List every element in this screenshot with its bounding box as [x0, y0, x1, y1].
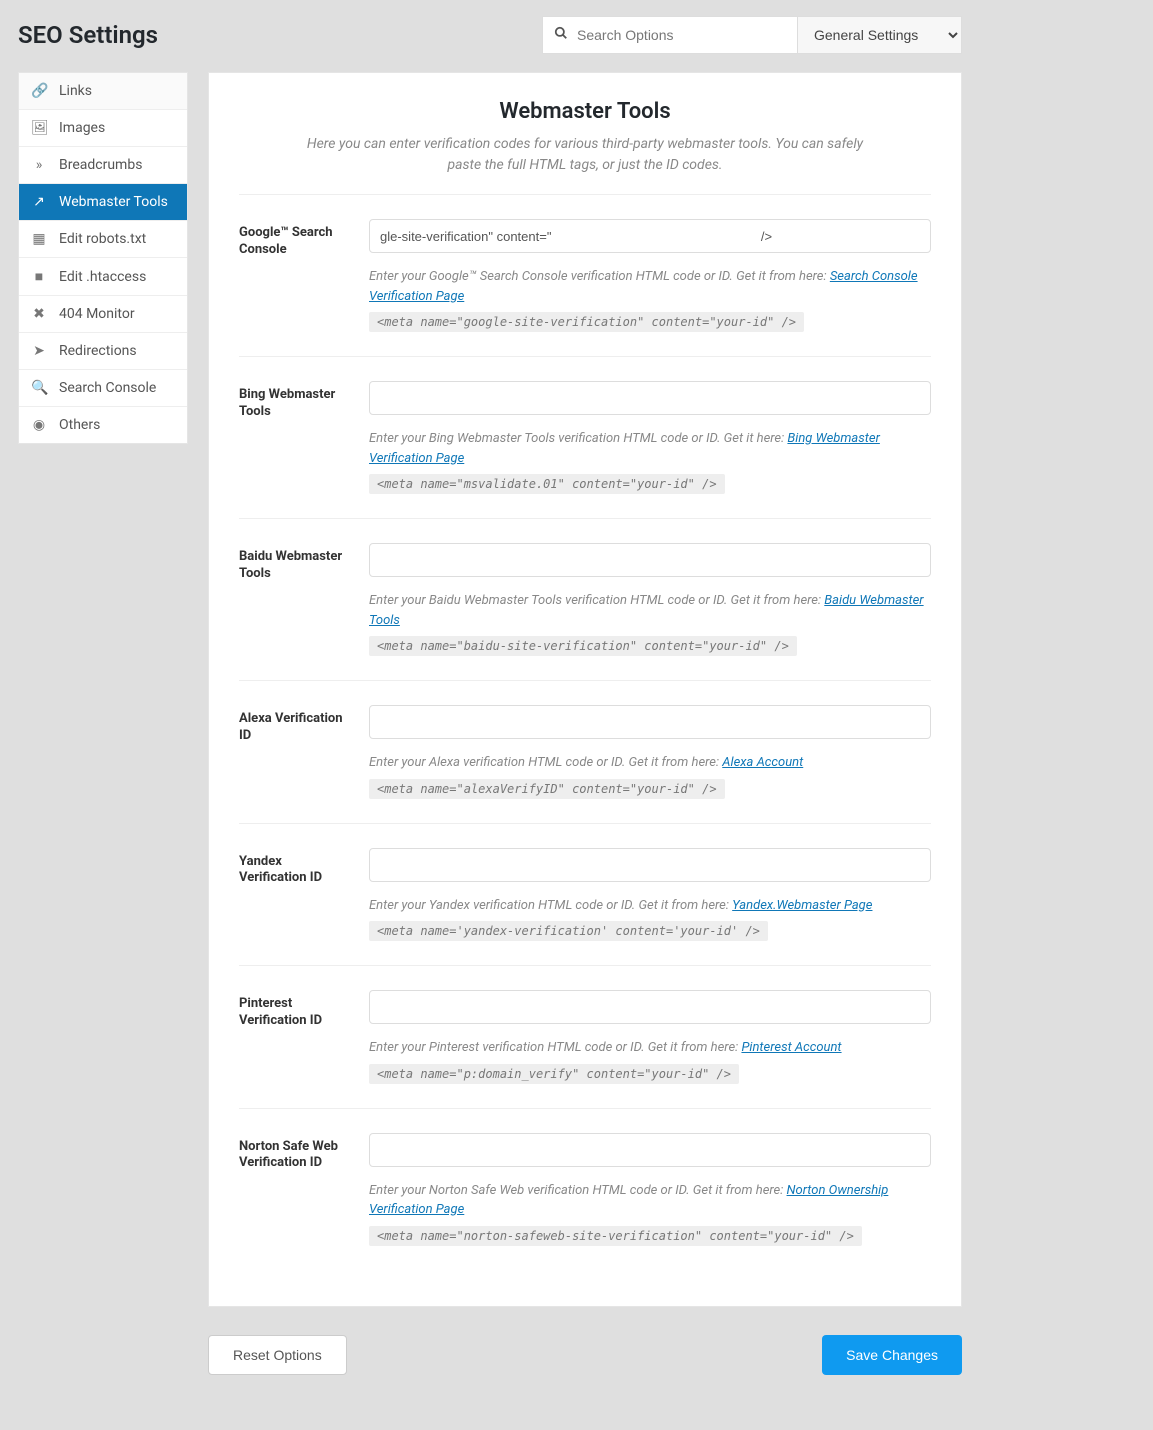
sidebar-item-label: Links	[59, 83, 92, 99]
field-norton: Norton Safe Web Verification ID Enter yo…	[239, 1109, 931, 1270]
search-input[interactable]	[542, 16, 798, 54]
code-sample: <meta name='yandex-verification' content…	[369, 921, 768, 941]
pinterest-help-link[interactable]: Pinterest Account	[741, 1040, 841, 1055]
field-label: Baidu Webmaster Tools	[239, 543, 347, 583]
sidebar-item-label: Webmaster Tools	[59, 194, 168, 210]
sidebar-item-redirections[interactable]: ➤ Redirections	[19, 332, 187, 369]
robots-icon: ▦	[31, 231, 47, 247]
code-sample: <meta name="alexaVerifyID" content="your…	[369, 779, 725, 799]
section-subtitle: Here you can enter verification codes fo…	[305, 134, 865, 176]
help-text: Enter your Google™ Search Console verifi…	[369, 267, 931, 306]
help-text: Enter your Yandex verification HTML code…	[369, 896, 931, 916]
field-label: Norton Safe Web Verification ID	[239, 1133, 347, 1173]
sidebar-item-links[interactable]: 🔗 Links	[19, 72, 187, 109]
norton-input[interactable]	[369, 1133, 931, 1167]
link-icon: 🔗	[31, 83, 47, 99]
external-link-icon: ↗	[31, 194, 47, 210]
sidebar-item-breadcrumbs[interactable]: » Breadcrumbs	[19, 146, 187, 183]
field-label: Google™ Search Console	[239, 219, 347, 259]
forward-icon: ➤	[31, 343, 47, 359]
zoom-icon: 🔍	[31, 380, 47, 396]
field-pinterest: Pinterest Verification ID Enter your Pin…	[239, 966, 931, 1109]
close-icon: ✖	[31, 306, 47, 322]
help-text: Enter your Alexa verification HTML code …	[369, 753, 931, 773]
search-icon	[554, 26, 568, 44]
field-label: Yandex Verification ID	[239, 848, 347, 888]
sidebar-item-label: Search Console	[59, 380, 156, 396]
sidebar-item-label: 404 Monitor	[59, 306, 135, 322]
sidebar-item-images[interactable]: 🖼 Images	[19, 109, 187, 146]
sidebar-item-label: Others	[59, 417, 100, 433]
sidebar-item-htaccess[interactable]: ■ Edit .htaccess	[19, 257, 187, 295]
sidebar-item-robots[interactable]: ▦ Edit robots.txt	[19, 220, 187, 257]
field-alexa: Alexa Verification ID Enter your Alexa v…	[239, 681, 931, 824]
alexa-input[interactable]	[369, 705, 931, 739]
file-icon: ■	[31, 268, 47, 285]
field-yandex: Yandex Verification ID Enter your Yandex…	[239, 824, 931, 967]
help-text: Enter your Bing Webmaster Tools verifica…	[369, 429, 931, 468]
sidebar-item-others[interactable]: ◉ Others	[19, 406, 187, 443]
sidebar-item-label: Breadcrumbs	[59, 157, 142, 173]
page-title: SEO Settings	[18, 21, 158, 49]
code-sample: <meta name="google-site-verification" co…	[369, 312, 804, 332]
yandex-help-link[interactable]: Yandex.Webmaster Page	[732, 898, 872, 913]
field-label: Pinterest Verification ID	[239, 990, 347, 1030]
baidu-input[interactable]	[369, 543, 931, 577]
code-sample: <meta name="norton-safeweb-site-verifica…	[369, 1226, 862, 1246]
chevrons-icon: »	[31, 157, 47, 173]
save-button[interactable]: Save Changes	[822, 1335, 962, 1375]
circle-dot-icon: ◉	[31, 417, 47, 433]
field-label: Bing Webmaster Tools	[239, 381, 347, 421]
help-text: Enter your Norton Safe Web verification …	[369, 1181, 931, 1220]
alexa-help-link[interactable]: Alexa Account	[722, 755, 803, 770]
sidebar-item-label: Images	[59, 120, 105, 136]
sidebar-item-404[interactable]: ✖ 404 Monitor	[19, 295, 187, 332]
pinterest-input[interactable]	[369, 990, 931, 1024]
help-text: Enter your Pinterest verification HTML c…	[369, 1038, 931, 1058]
sidebar-item-label: Edit robots.txt	[59, 231, 146, 247]
sidebar-item-label: Edit .htaccess	[59, 269, 146, 285]
code-sample: <meta name="baidu-site-verification" con…	[369, 636, 797, 656]
scope-select[interactable]: General Settings	[798, 16, 962, 54]
field-label: Alexa Verification ID	[239, 705, 347, 745]
reset-button[interactable]: Reset Options	[208, 1335, 347, 1375]
field-google: Google™ Search Console Enter your Google…	[239, 195, 931, 357]
sidebar-item-search-console[interactable]: 🔍 Search Console	[19, 369, 187, 406]
sidebar-item-label: Redirections	[59, 343, 137, 359]
field-baidu: Baidu Webmaster Tools Enter your Baidu W…	[239, 519, 931, 681]
code-sample: <meta name="msvalidate.01" content="your…	[369, 474, 725, 494]
google-input[interactable]	[369, 219, 931, 253]
sidebar-item-webmaster-tools[interactable]: ↗ Webmaster Tools	[19, 183, 187, 220]
images-icon: 🖼	[31, 120, 47, 136]
sidebar: 🔗 Links 🖼 Images » Breadcrumbs ↗ Webmast…	[18, 72, 188, 444]
help-text: Enter your Baidu Webmaster Tools verific…	[369, 591, 931, 630]
yandex-input[interactable]	[369, 848, 931, 882]
field-bing: Bing Webmaster Tools Enter your Bing Web…	[239, 357, 931, 519]
section-title: Webmaster Tools	[239, 99, 931, 124]
code-sample: <meta name="p:domain_verify" content="yo…	[369, 1064, 739, 1084]
bing-input[interactable]	[369, 381, 931, 415]
